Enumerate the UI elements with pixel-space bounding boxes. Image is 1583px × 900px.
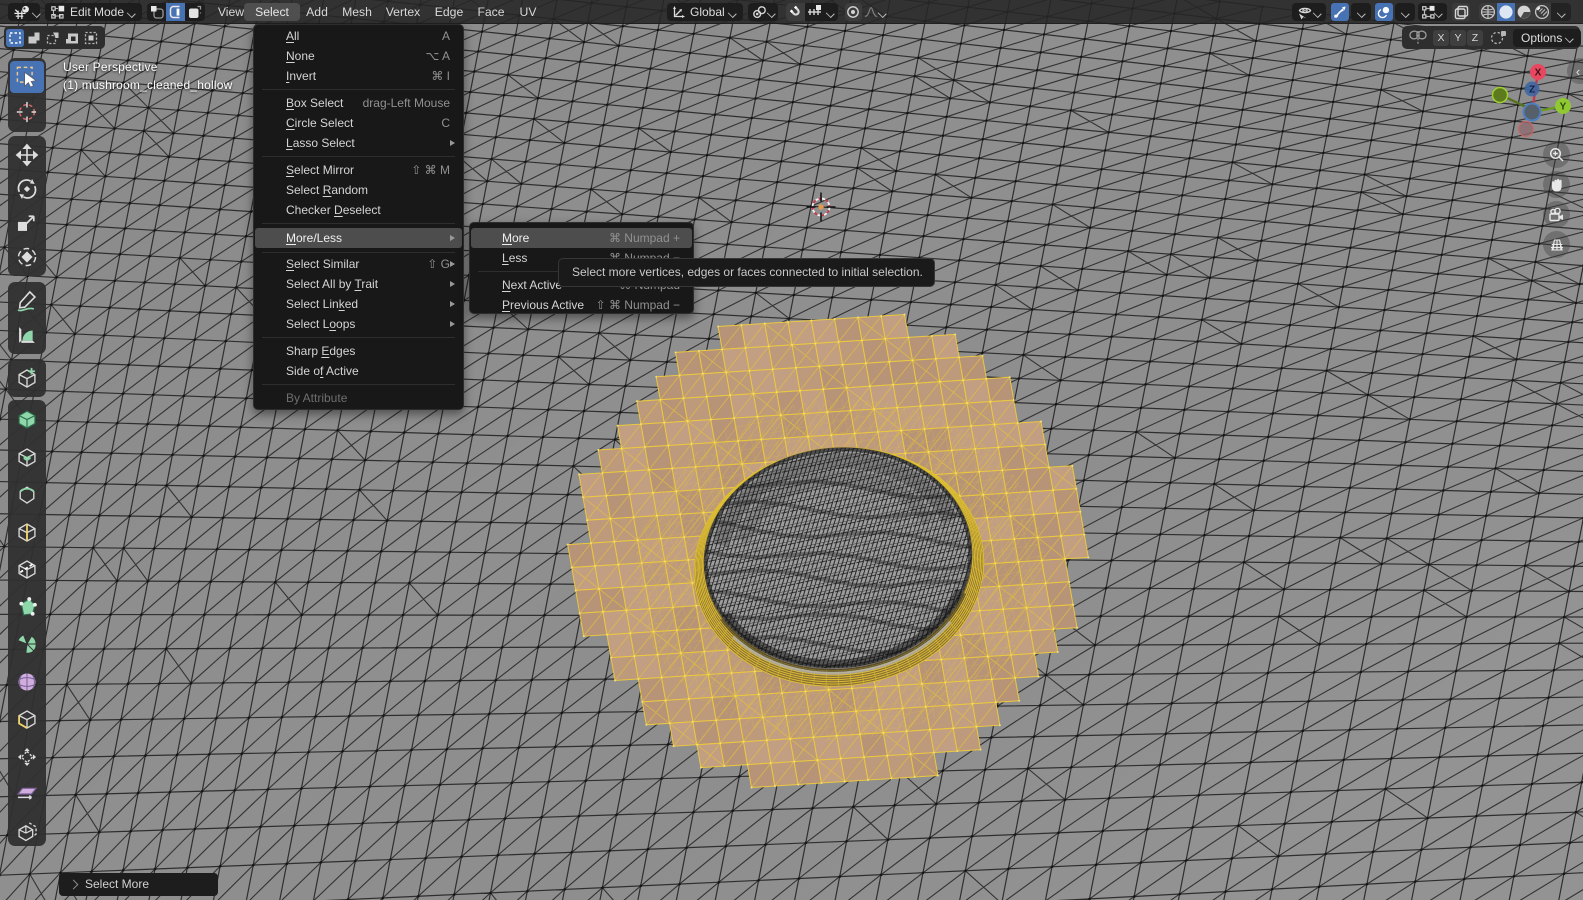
- svg-text:Z: Z: [1529, 85, 1535, 96]
- svg-text:X: X: [1535, 68, 1542, 79]
- svg-text:Y: Y: [1560, 102, 1567, 113]
